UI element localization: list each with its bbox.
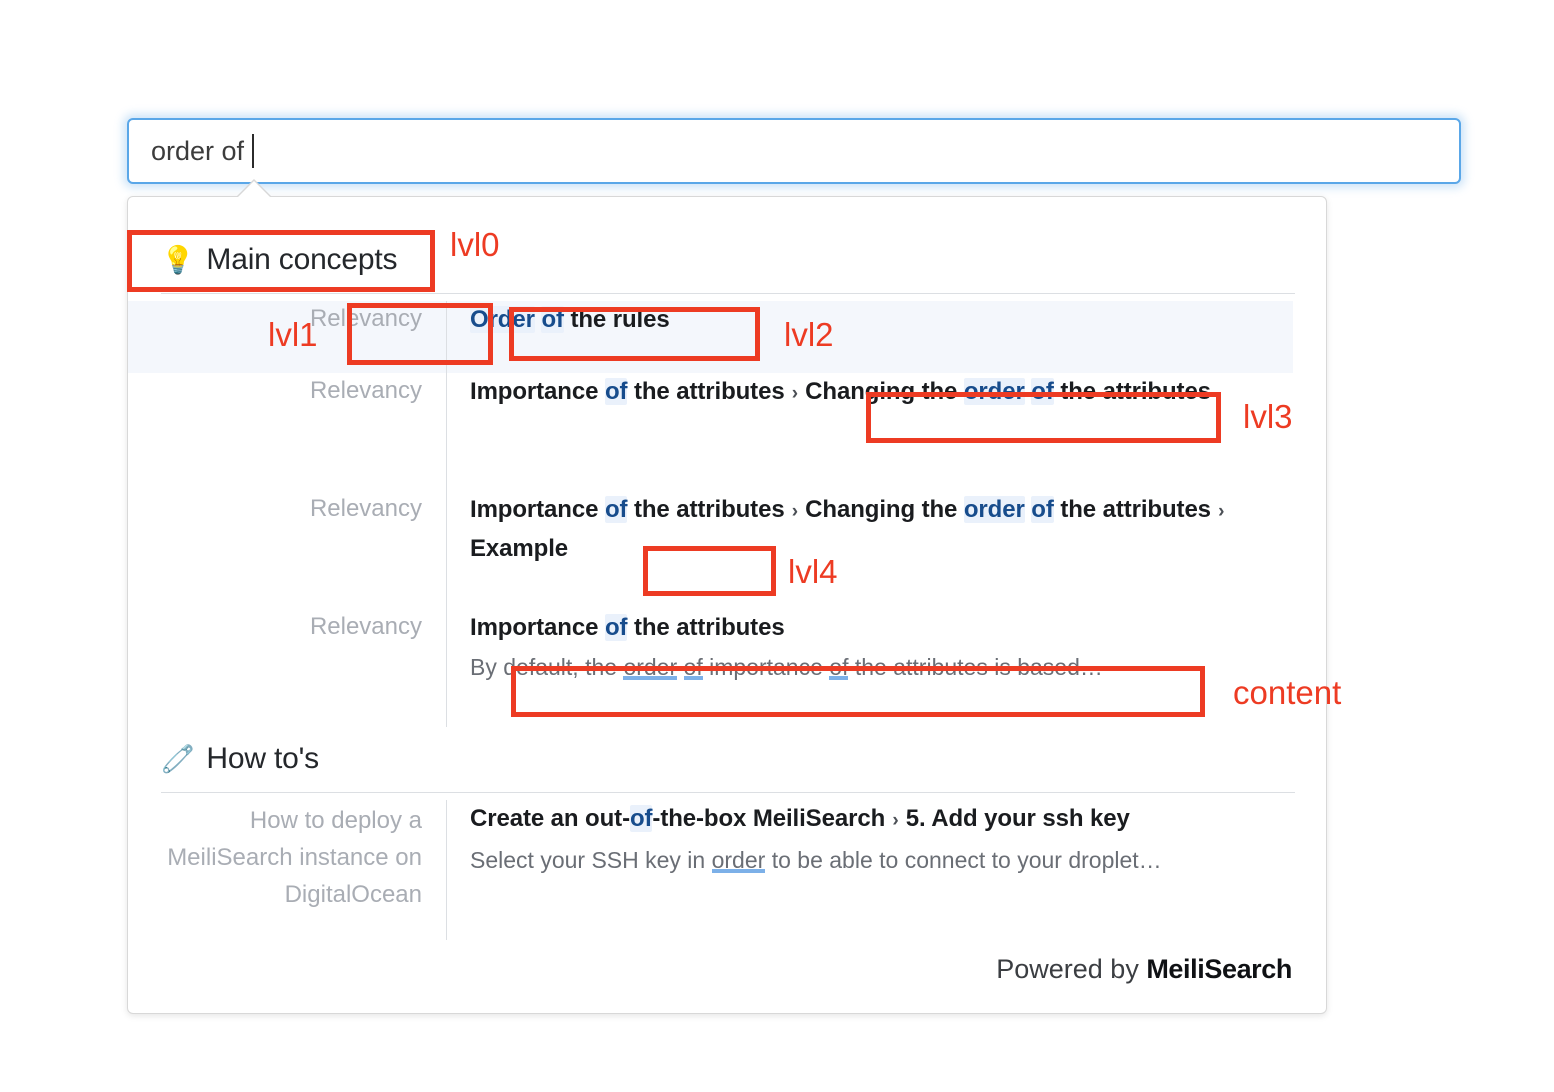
text: Example: [470, 535, 569, 562]
text: the attributes: [627, 614, 785, 641]
highlighted-term: of: [683, 654, 703, 680]
text: By default, the: [470, 654, 624, 680]
powered-by-footer: Powered by MeiliSearch: [996, 954, 1292, 985]
result-row[interactable]: How to deploy a MeiliSearch instance on …: [128, 800, 1293, 940]
text: to be able to connect to your droplet…: [765, 847, 1162, 873]
text: Importance: [470, 496, 605, 523]
text: the rules: [563, 306, 670, 333]
powered-by-label: Powered by: [996, 954, 1147, 984]
breadcrumb-separator: ›: [786, 501, 804, 522]
text: the attributes: [1053, 378, 1211, 405]
result-content: Create an out-of-the-box MeiliSearch › 5…: [447, 800, 1293, 940]
annotation-label-lvl0: lvl0: [450, 226, 500, 263]
annotation-label-lvl1: lvl1: [268, 316, 318, 353]
result-lvl1-label: Relevancy: [309, 613, 422, 640]
text: Importance: [470, 614, 605, 641]
result-snippet: By default, the order of importance of t…: [470, 649, 1293, 686]
highlighted-term: of: [1031, 496, 1054, 523]
highlighted-term: order: [711, 847, 766, 873]
result-content: Order of the rules: [447, 301, 1293, 373]
result-lvl1-label: Relevancy: [309, 377, 422, 404]
result-row[interactable]: Relevancy Importance of the attributes › …: [128, 491, 1293, 609]
breadcrumb-separator: ›: [786, 383, 804, 404]
highlighted-term: of: [829, 654, 849, 680]
text: Select your SSH key in: [470, 847, 712, 873]
dropdown-arrow-inner-icon: [236, 181, 272, 199]
text: importance: [702, 654, 830, 680]
annotation-label-content: content: [1233, 674, 1342, 711]
result-title: Importance of the attributes › Changing …: [470, 373, 1293, 412]
result-lvl1-label: How to deploy a MeiliSearch instance on …: [167, 807, 422, 908]
highlighted-term: order: [623, 654, 678, 680]
highlighted-term: Order: [470, 306, 535, 333]
text: the attributes: [627, 496, 785, 523]
brand-name: MeiliSearch: [1146, 954, 1292, 984]
annotation-label-lvl2: lvl2: [784, 316, 834, 353]
text: 5. Add your ssh key: [905, 805, 1130, 832]
category-label: How to's: [206, 742, 319, 775]
text: -the-box MeiliSearch: [652, 805, 886, 832]
category-header-main-concepts: 💡 Main concepts: [161, 243, 397, 277]
highlighted-term: order: [963, 378, 1025, 405]
highlighted-term: of: [604, 614, 628, 641]
text: Changing the: [805, 496, 964, 523]
category-header-how-tos: 🧷 How to's: [161, 742, 319, 776]
text: Changing the: [805, 378, 964, 405]
highlighted-term: of: [604, 496, 628, 523]
result-row[interactable]: Relevancy Importance of the attributes By …: [128, 609, 1293, 727]
category-divider: [161, 293, 1295, 294]
result-content: Importance of the attributes › Changing …: [447, 373, 1293, 491]
result-title: Importance of the attributes: [470, 609, 1293, 646]
text: the attributes is based…: [848, 654, 1103, 680]
text: Create an out-: [470, 805, 630, 832]
result-snippet: Select your SSH key in order to be able …: [470, 842, 1293, 879]
highlighted-term: order: [963, 496, 1025, 523]
category-divider: [161, 792, 1295, 793]
safety-pin-icon: 🧷: [161, 743, 195, 774]
text: the attributes: [1053, 496, 1211, 523]
result-title: Create an out-of-the-box MeiliSearch › 5…: [470, 800, 1293, 839]
result-row[interactable]: Relevancy Importance of the attributes › …: [128, 373, 1293, 491]
result-lvl1-label: Relevancy: [309, 495, 422, 522]
highlighted-term: of: [629, 805, 653, 832]
annotation-label-lvl3: lvl3: [1243, 398, 1293, 435]
result-title: Importance of the attributes › Changing …: [470, 491, 1293, 567]
text: the attributes: [627, 378, 785, 405]
highlighted-term: of: [1031, 378, 1054, 405]
breadcrumb-separator: ›: [1212, 501, 1225, 522]
highlighted-term: of: [541, 306, 564, 333]
highlighted-term: of: [604, 378, 628, 405]
lightbulb-icon: 💡: [161, 244, 195, 275]
result-content: Importance of the attributes › Changing …: [447, 491, 1293, 609]
result-content: Importance of the attributes By default, …: [447, 609, 1293, 727]
text: Importance: [470, 378, 605, 405]
breadcrumb-separator: ›: [887, 810, 904, 831]
annotation-label-lvl4: lvl4: [788, 553, 838, 590]
result-title: Order of the rules: [470, 301, 1293, 338]
text: [677, 654, 683, 680]
category-label: Main concepts: [206, 243, 398, 276]
search-box[interactable]: [127, 118, 1461, 184]
text-cursor: [252, 134, 254, 168]
search-input[interactable]: [127, 118, 1461, 184]
